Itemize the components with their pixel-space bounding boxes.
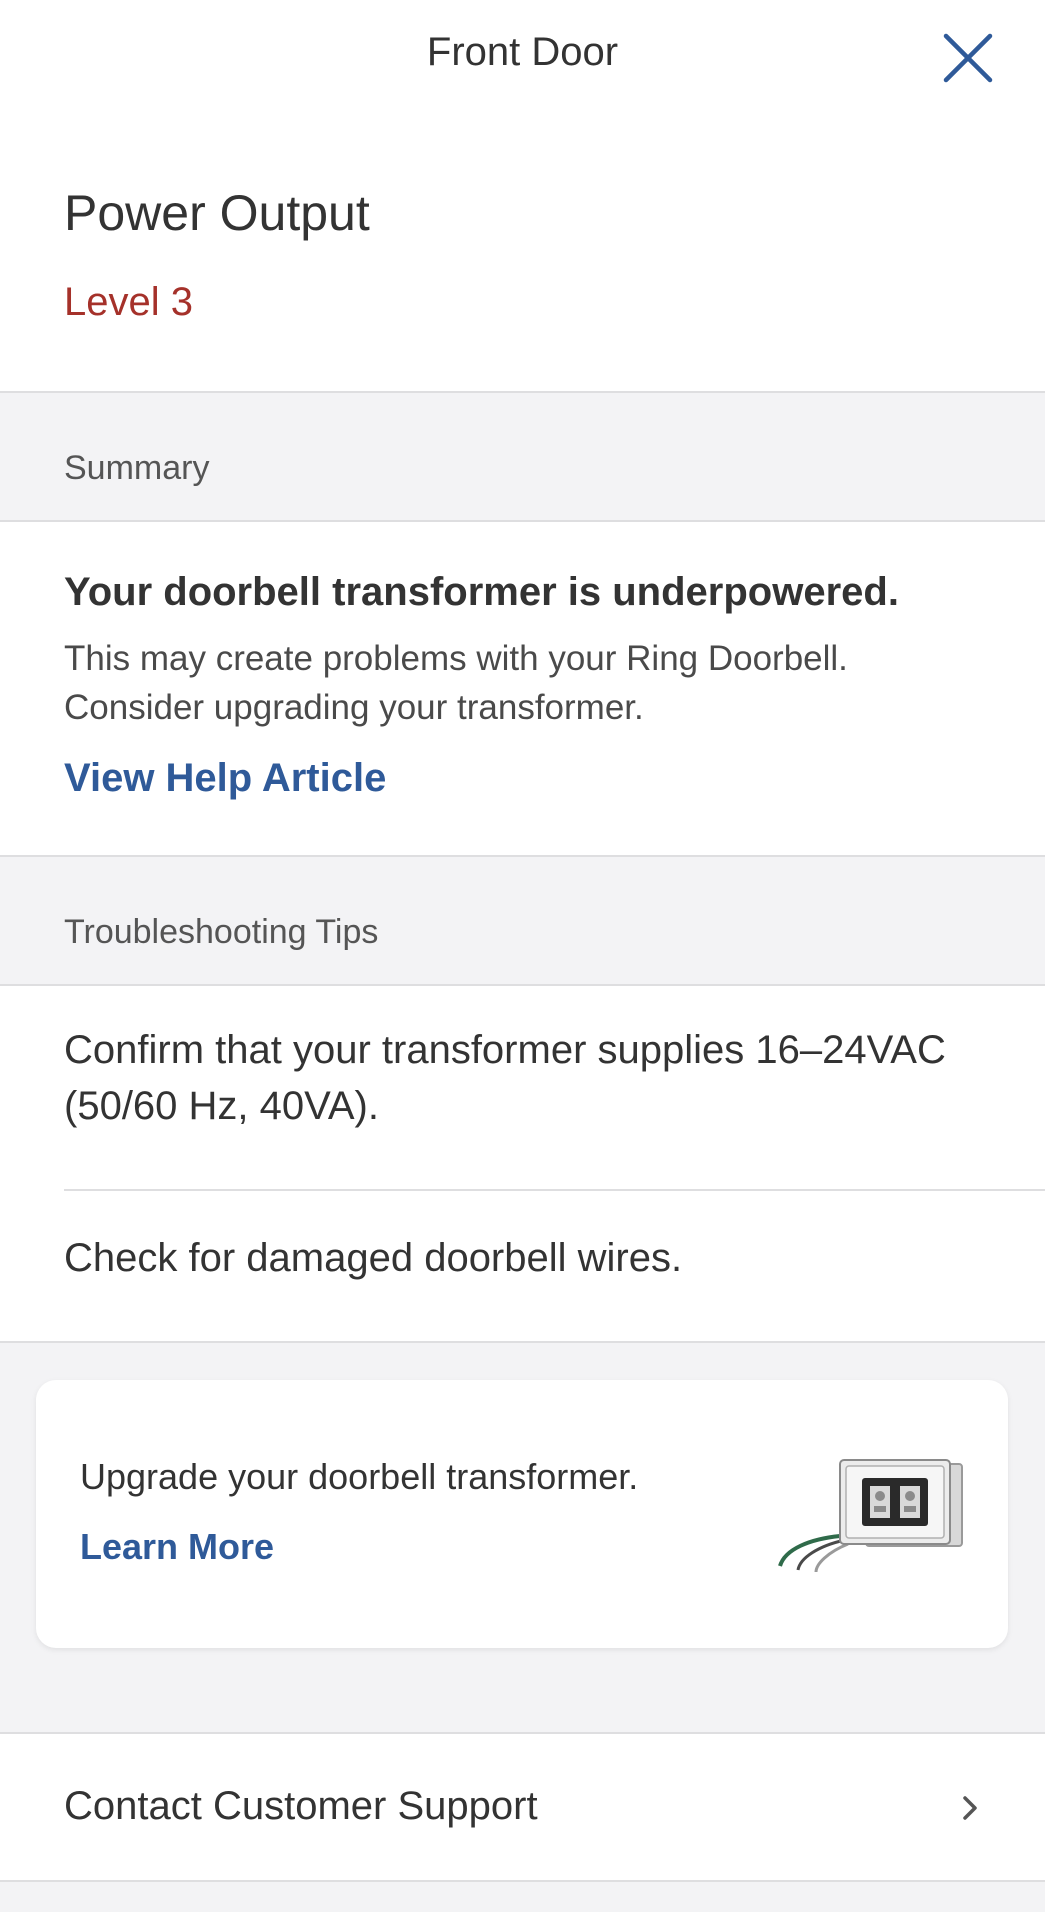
- close-icon[interactable]: [938, 28, 998, 88]
- summary-body: Your doorbell transformer is underpowere…: [0, 522, 1045, 857]
- promo-text: Upgrade your doorbell transformer.: [80, 1456, 639, 1497]
- troubleshooting-tips-list: Confirm that your transformer supplies 1…: [0, 986, 1045, 1343]
- transformer-image: [770, 1454, 970, 1574]
- summary-description: This may create problems with your Ring …: [64, 639, 848, 727]
- power-level-value: Level 3: [64, 280, 193, 324]
- troubleshooting-section-label: Troubleshooting Tips: [64, 913, 379, 951]
- troubleshooting-section-header: Troubleshooting Tips: [0, 857, 1045, 986]
- power-output-section: Power Output Level 3: [0, 120, 1045, 393]
- tip-item-damaged-wires: Check for damaged doorbell wires.: [64, 1236, 683, 1280]
- contact-customer-support-row[interactable]: Contact Customer Support: [0, 1732, 1045, 1882]
- upgrade-transformer-card[interactable]: Upgrade your doorbell transformer. Learn…: [36, 1380, 1008, 1648]
- chevron-right-icon: [955, 1790, 985, 1826]
- view-help-article-link[interactable]: View Help Article: [64, 756, 386, 801]
- summary-section-label: Summary: [64, 449, 210, 487]
- learn-more-link[interactable]: Learn More: [80, 1526, 274, 1568]
- tip-item-transformer-voltage: Confirm that your transformer supplies 1…: [64, 1028, 946, 1128]
- header: Front Door: [0, 0, 1045, 120]
- page-title: Front Door: [426, 30, 619, 74]
- power-output-title: Power Output: [64, 185, 370, 241]
- contact-customer-support-label: Contact Customer Support: [64, 1784, 538, 1828]
- tip-divider: [64, 1189, 1045, 1191]
- summary-section-header: Summary: [0, 393, 1045, 522]
- close-button[interactable]: [938, 28, 998, 88]
- summary-headline: Your doorbell transformer is underpowere…: [64, 570, 899, 614]
